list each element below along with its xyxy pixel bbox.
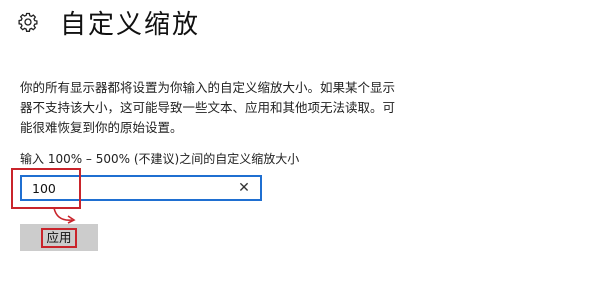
scale-input-label: 输入 100% – 500% (不建议)之间的自定义缩放大小 bbox=[20, 152, 300, 166]
clear-input-icon[interactable]: ✕ bbox=[236, 179, 252, 197]
input-annotation-box bbox=[11, 168, 81, 209]
annotation-arrow-icon bbox=[53, 207, 76, 224]
gear-icon bbox=[18, 12, 38, 32]
page-header: 自定义缩放 bbox=[18, 4, 200, 40]
page-title: 自定义缩放 bbox=[60, 9, 201, 40]
scaling-warning-text: 你的所有显示器都将设置为你输入的自定义缩放大小。如果某个显示器不支持该大小，这可… bbox=[20, 80, 396, 135]
apply-button-label: 应用 bbox=[41, 227, 77, 248]
custom-scaling-page: 自定义缩放 你的所有显示器都将设置为你输入的自定义缩放大小。如果某个显示器不支持… bbox=[0, 0, 600, 299]
apply-button[interactable]: 应用 bbox=[20, 224, 98, 251]
